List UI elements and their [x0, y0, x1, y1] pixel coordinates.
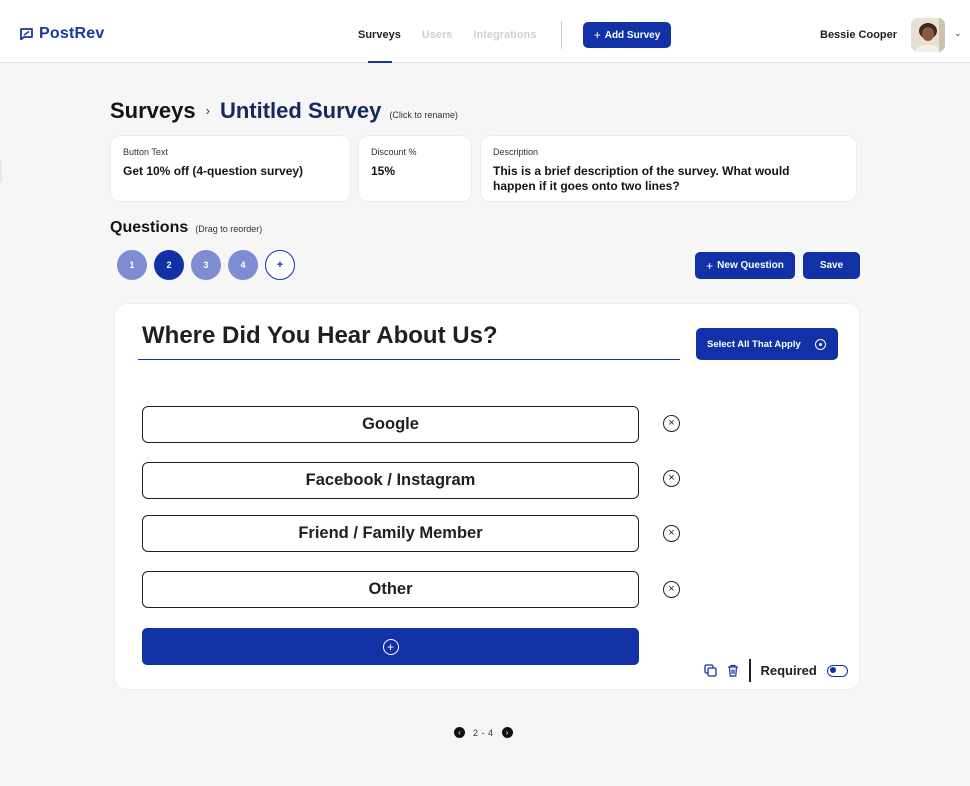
- avatar-image: [911, 18, 945, 52]
- chevron-down-icon[interactable]: ⌄: [954, 28, 962, 39]
- breadcrumb-root[interactable]: Surveys: [110, 98, 196, 124]
- question-number-3[interactable]: 3: [191, 250, 221, 280]
- duplicate-icon[interactable]: [704, 664, 717, 677]
- option-input[interactable]: Friend / Family Member: [142, 515, 639, 552]
- nav-active-underline: [368, 61, 392, 63]
- add-option-button[interactable]: +: [142, 628, 639, 665]
- discount-field[interactable]: Discount % 15%: [358, 135, 472, 202]
- avatar[interactable]: [911, 18, 945, 52]
- left-edge-marker: [0, 160, 2, 182]
- rename-hint: (Click to rename): [389, 110, 458, 120]
- new-question-label: New Question: [717, 260, 784, 271]
- remove-option-icon[interactable]: ×: [663, 415, 680, 432]
- discount-value: 15%: [371, 164, 396, 178]
- required-label: Required: [760, 663, 817, 678]
- chevron-right-icon: ›: [205, 103, 210, 118]
- reorder-hint: (Drag to reorder): [195, 224, 263, 234]
- remove-option-icon[interactable]: ×: [663, 525, 680, 542]
- description-field[interactable]: Description This is a brief description …: [480, 135, 857, 202]
- description-label: Description: [493, 147, 539, 157]
- add-survey-button[interactable]: + Add Survey: [583, 22, 671, 48]
- option-input[interactable]: Other: [142, 571, 639, 608]
- remove-option-icon[interactable]: ×: [663, 581, 680, 598]
- arrow-right-icon[interactable]: ›: [501, 727, 513, 738]
- tools-divider: [749, 659, 751, 682]
- answer-type-dropdown[interactable]: Select All That Apply: [696, 328, 838, 360]
- user-name[interactable]: Bessie Cooper: [820, 29, 897, 41]
- nav-divider: [561, 21, 562, 49]
- question-underline: [138, 359, 680, 360]
- plus-icon: +: [593, 28, 601, 42]
- pagination: ‹ 2 - 4 ›: [454, 727, 513, 738]
- question-number-1[interactable]: 1: [117, 250, 147, 280]
- button-text-field[interactable]: Button Text Get 10% off (4-question surv…: [110, 135, 351, 202]
- save-button[interactable]: Save: [803, 252, 860, 279]
- question-number-2[interactable]: 2: [154, 250, 184, 280]
- question-number-4[interactable]: 4: [228, 250, 258, 280]
- question-number-list: 1 2 3 4 +: [117, 250, 295, 280]
- question-editor-card: Where Did You Hear About Us? Select All …: [114, 303, 860, 690]
- add-survey-label: Add Survey: [604, 29, 661, 41]
- plus-icon: +: [706, 258, 714, 273]
- survey-title[interactable]: Untitled Survey: [220, 98, 381, 124]
- question-tools: Required: [704, 659, 848, 682]
- option-input[interactable]: Google: [142, 406, 639, 443]
- required-toggle[interactable]: [826, 664, 848, 677]
- logo-text: PostRev: [39, 25, 105, 42]
- arrow-left-icon[interactable]: ‹: [454, 727, 465, 738]
- top-header: PostRev Surveys Users Integrations + Add…: [0, 0, 970, 63]
- add-question-circle-button[interactable]: +: [265, 250, 295, 280]
- discount-label: Discount %: [371, 147, 417, 157]
- nav-integrations[interactable]: Integrations: [473, 29, 536, 41]
- option-input[interactable]: Facebook / Instagram: [142, 462, 639, 499]
- remove-option-icon[interactable]: ×: [663, 470, 680, 487]
- radio-circle-icon: [815, 338, 826, 350]
- pagination-range: 2 - 4: [473, 727, 494, 738]
- question-text-input[interactable]: Where Did You Hear About Us?: [142, 322, 498, 350]
- button-text-value: Get 10% off (4-question survey): [123, 164, 304, 178]
- button-text-label: Button Text: [123, 147, 168, 157]
- nav-users[interactable]: Users: [422, 29, 453, 41]
- new-question-button[interactable]: + New Question: [695, 252, 795, 279]
- nav-surveys[interactable]: Surveys: [358, 29, 401, 41]
- logo-icon: [20, 28, 33, 40]
- questions-title: Questions: [110, 219, 189, 236]
- questions-heading: Questions (Drag to reorder): [110, 219, 262, 237]
- trash-icon[interactable]: [727, 664, 739, 677]
- description-value: This is a brief description of the surve…: [493, 164, 790, 193]
- logo[interactable]: PostRev: [20, 25, 104, 43]
- answer-type-label: Select All That Apply: [707, 338, 801, 350]
- plus-circle-icon: +: [382, 638, 399, 655]
- main-nav: Surveys Users Integrations: [358, 29, 536, 41]
- breadcrumb: Surveys › Untitled Survey (Click to rena…: [110, 98, 458, 124]
